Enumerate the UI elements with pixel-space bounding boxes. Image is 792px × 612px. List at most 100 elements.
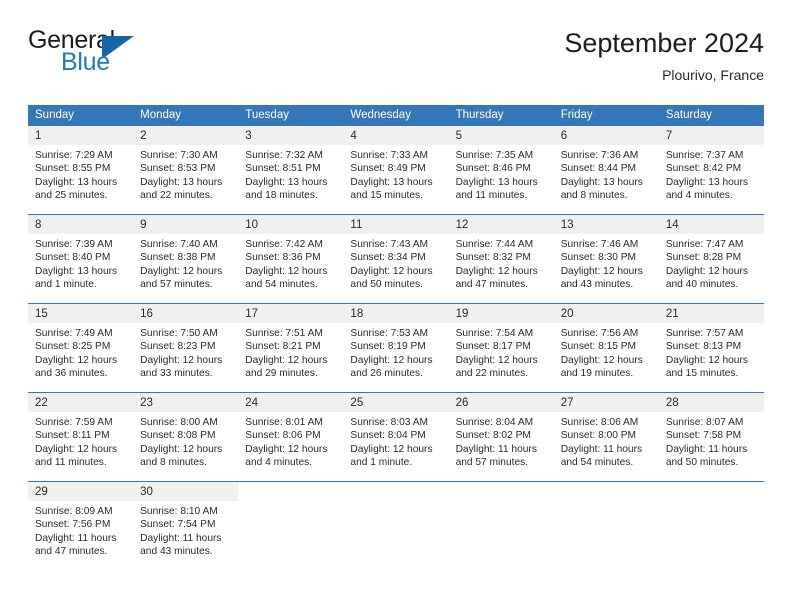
sunrise-text: Sunrise: 7:37 AM — [665, 150, 744, 161]
daylight-text: Daylight: 12 hours and 22 minutes. — [455, 354, 538, 380]
sunrise-text: Sunrise: 7:51 AM — [245, 328, 323, 339]
day-details: Sunrise: 8:03 AM Sunset: 8:04 PM Daylight:… — [343, 412, 448, 470]
calendar-week-row: 1 Sunrise: 7:29 AM Sunset: 8:55 PM Daylight… — [28, 126, 764, 214]
day-number: 20 — [553, 304, 659, 323]
sunrise-text: Sunrise: 7:39 AM — [35, 239, 113, 250]
day-details: Sunrise: 8:07 AM Sunset: 7:58 PM Daylight:… — [659, 412, 764, 470]
daylight-text: Daylight: 12 hours and 36 minutes. — [35, 354, 118, 380]
daylight-text: Daylight: 11 hours and 57 minutes. — [455, 443, 537, 469]
day-cell[interactable]: 22 Sunrise: 7:59 AM Sunset: 8:11 PM Dayligh… — [28, 393, 134, 481]
sunset-text: Sunset: 7:58 PM — [665, 430, 742, 442]
day-cell[interactable]: 21 Sunrise: 7:57 AM Sunset: 8:13 PM Dayligh… — [658, 304, 764, 392]
day-cell[interactable]: 17 Sunrise: 7:51 AM Sunset: 8:21 PM Dayligh… — [238, 304, 344, 392]
sunrise-text: Sunrise: 7:54 AM — [455, 328, 534, 339]
day-cell[interactable]: 24 Sunrise: 8:01 AM Sunset: 8:06 PM Dayligh… — [238, 393, 344, 481]
day-cell[interactable]: 1 Sunrise: 7:29 AM Sunset: 8:55 PM Daylight… — [28, 126, 134, 214]
daylight-text: Daylight: 12 hours and 1 minute. — [350, 443, 433, 469]
day-cell-empty — [238, 482, 344, 570]
day-cell[interactable]: 30 Sunrise: 8:10 AM Sunset: 7:54 PM Dayligh… — [133, 482, 239, 570]
day-cell[interactable]: 4 Sunrise: 7:33 AM Sunset: 8:49 PM Daylight… — [343, 126, 449, 214]
day-cell[interactable]: 14 Sunrise: 7:47 AM Sunset: 8:28 PM Dayligh… — [658, 215, 764, 303]
daylight-text: Daylight: 12 hours and 29 minutes. — [245, 354, 328, 380]
day-details: Sunrise: 7:35 AM Sunset: 8:46 PM Daylight:… — [449, 145, 554, 203]
sunset-text: Sunset: 8:13 PM — [665, 341, 742, 353]
day-details: Sunrise: 7:56 AM Sunset: 8:15 PM Daylight:… — [554, 323, 659, 381]
daylight-text: Daylight: 11 hours and 47 minutes. — [35, 532, 117, 558]
day-details: Sunrise: 7:47 AM Sunset: 8:28 PM Daylight:… — [659, 234, 764, 292]
day-cell[interactable]: 20 Sunrise: 7:56 AM Sunset: 8:15 PM Dayligh… — [553, 304, 659, 392]
calendar-page: General Blue September 2024 Plourivo, Fr… — [0, 0, 792, 612]
sunset-text: Sunset: 8:04 PM — [350, 430, 426, 442]
day-number: 23 — [133, 393, 239, 412]
calendar-table: Sunday Monday Tuesday Wednesday Thursday Frid… — [28, 105, 764, 570]
sunrise-text: Sunrise: 7:53 AM — [350, 328, 429, 339]
day-details — [343, 501, 448, 505]
calendar-week-row: 15 Sunrise: 7:49 AM Sunset: 8:25 PM Dayligh… — [28, 303, 764, 392]
day-cell[interactable]: 23 Sunrise: 8:00 AM Sunset: 8:08 PM Dayligh… — [133, 393, 239, 481]
day-details: Sunrise: 7:33 AM Sunset: 8:49 PM Daylight:… — [343, 145, 448, 203]
day-details: Sunrise: 7:42 AM Sunset: 8:36 PM Daylight:… — [238, 234, 343, 292]
day-cell[interactable]: 5 Sunrise: 7:35 AM Sunset: 8:46 PM Daylight… — [448, 126, 554, 214]
daylight-text: Daylight: 12 hours and 57 minutes. — [140, 265, 223, 291]
sunset-text: Sunset: 8:34 PM — [350, 252, 426, 264]
sunset-text: Sunset: 8:15 PM — [560, 341, 637, 353]
daylight-text: Daylight: 12 hours and 15 minutes. — [665, 354, 748, 380]
daylight-text: Daylight: 12 hours and 19 minutes. — [560, 354, 643, 380]
sunrise-text: Sunrise: 7:43 AM — [350, 239, 429, 250]
day-cell[interactable]: 12 Sunrise: 7:44 AM Sunset: 8:32 PM Dayligh… — [448, 215, 554, 303]
day-number: 7 — [658, 126, 764, 145]
sunset-text: Sunset: 8:32 PM — [455, 252, 531, 264]
day-number — [343, 482, 449, 501]
day-details: Sunrise: 7:51 AM Sunset: 8:21 PM Daylight:… — [238, 323, 343, 381]
calendar-week-row: 22 Sunrise: 7:59 AM Sunset: 8:11 PM Dayligh… — [28, 392, 764, 481]
day-cell[interactable]: 18 Sunrise: 7:53 AM Sunset: 8:19 PM Dayligh… — [343, 304, 449, 392]
day-cell[interactable]: 16 Sunrise: 7:50 AM Sunset: 8:23 PM Dayligh… — [133, 304, 239, 392]
day-cell[interactable]: 2 Sunrise: 7:30 AM Sunset: 8:53 PM Daylight… — [133, 126, 239, 214]
day-cell[interactable]: 25 Sunrise: 8:03 AM Sunset: 8:04 PM Dayligh… — [343, 393, 449, 481]
sunset-text: Sunset: 8:53 PM — [140, 163, 216, 175]
daylight-text: Daylight: 13 hours and 18 minutes. — [245, 176, 328, 202]
day-number: 27 — [553, 393, 659, 412]
day-cell[interactable]: 6 Sunrise: 7:36 AM Sunset: 8:44 PM Daylight… — [553, 126, 659, 214]
day-cell[interactable]: 8 Sunrise: 7:39 AM Sunset: 8:40 PM Daylight… — [28, 215, 134, 303]
day-cell[interactable]: 27 Sunrise: 8:06 AM Sunset: 8:00 PM Dayligh… — [553, 393, 659, 481]
weekday-header-thursday: Thursday — [455, 109, 504, 121]
day-details: Sunrise: 7:36 AM Sunset: 8:44 PM Daylight:… — [554, 145, 659, 203]
daylight-text: Daylight: 12 hours and 50 minutes. — [350, 265, 433, 291]
day-cell[interactable]: 10 Sunrise: 7:42 AM Sunset: 8:36 PM Dayligh… — [238, 215, 344, 303]
general-blue-logo: General Blue — [28, 26, 258, 90]
day-details: Sunrise: 8:10 AM Sunset: 7:54 PM Daylight:… — [133, 501, 238, 559]
day-cell[interactable]: 15 Sunrise: 7:49 AM Sunset: 8:25 PM Dayligh… — [28, 304, 134, 392]
day-details: Sunrise: 7:32 AM Sunset: 8:51 PM Daylight:… — [238, 145, 343, 203]
day-cell[interactable]: 9 Sunrise: 7:40 AM Sunset: 8:38 PM Daylight… — [133, 215, 239, 303]
day-cell[interactable]: 7 Sunrise: 7:37 AM Sunset: 8:42 PM Daylight… — [658, 126, 764, 214]
sunset-text: Sunset: 8:11 PM — [35, 430, 110, 442]
day-details: Sunrise: 8:01 AM Sunset: 8:06 PM Daylight:… — [238, 412, 343, 470]
sunrise-text: Sunrise: 8:10 AM — [140, 506, 218, 517]
day-number — [238, 482, 344, 501]
daylight-text: Daylight: 12 hours and 47 minutes. — [455, 265, 538, 291]
day-number: 6 — [553, 126, 659, 145]
day-details: Sunrise: 7:29 AM Sunset: 8:55 PM Daylight:… — [28, 145, 133, 203]
sunrise-text: Sunrise: 8:00 AM — [140, 417, 218, 428]
day-cell[interactable]: 28 Sunrise: 8:07 AM Sunset: 7:58 PM Dayligh… — [658, 393, 764, 481]
day-details: Sunrise: 8:00 AM Sunset: 8:08 PM Daylight:… — [133, 412, 238, 470]
day-cell[interactable]: 19 Sunrise: 7:54 AM Sunset: 8:17 PM Dayligh… — [448, 304, 554, 392]
day-cell[interactable]: 13 Sunrise: 7:46 AM Sunset: 8:30 PM Dayligh… — [553, 215, 659, 303]
sunset-text: Sunset: 8:49 PM — [350, 163, 426, 175]
day-details — [238, 501, 343, 505]
day-cell[interactable]: 11 Sunrise: 7:43 AM Sunset: 8:34 PM Dayligh… — [343, 215, 449, 303]
day-cell-empty — [448, 482, 554, 570]
daylight-text: Daylight: 11 hours and 43 minutes. — [140, 532, 222, 558]
sunrise-text: Sunrise: 7:44 AM — [455, 239, 534, 250]
daylight-text: Daylight: 13 hours and 22 minutes. — [140, 176, 223, 202]
day-cell[interactable]: 3 Sunrise: 7:32 AM Sunset: 8:51 PM Daylight… — [238, 126, 344, 214]
day-cell[interactable]: 26 Sunrise: 8:04 AM Sunset: 8:02 PM Dayligh… — [448, 393, 554, 481]
day-details: Sunrise: 7:53 AM Sunset: 8:19 PM Daylight:… — [343, 323, 448, 381]
day-number: 1 — [28, 126, 134, 145]
sunset-text: Sunset: 8:42 PM — [665, 163, 742, 175]
sunrise-text: Sunrise: 7:50 AM — [140, 328, 218, 339]
day-cell[interactable]: 29 Sunrise: 8:09 AM Sunset: 7:56 PM Dayligh… — [28, 482, 134, 570]
day-number: 4 — [343, 126, 449, 145]
weekday-header-friday: Friday — [560, 109, 593, 121]
